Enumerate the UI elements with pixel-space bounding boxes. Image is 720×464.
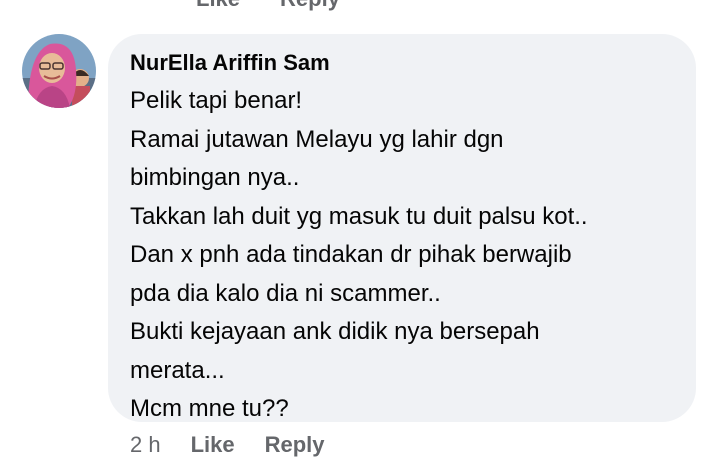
previous-like-button[interactable]: Like [196, 0, 240, 12]
comment-thread: Like Reply NurElla Ariffin Sam Pelik tap… [0, 0, 720, 464]
comment-author[interactable]: NurElla Ariffin Sam [130, 48, 674, 78]
comment-line: Ramai jutawan Melayu yg lahir dgn [130, 125, 504, 153]
comment-actions: 2 h Like Reply [130, 432, 355, 458]
comment-bubble: NurElla Ariffin Sam Pelik tapi benar! Ra… [108, 34, 696, 422]
avatar[interactable] [22, 34, 96, 108]
comment-line: Mcm mne tu?? [130, 395, 289, 422]
comment-line: Bukti kejayaan ank didik nya bersepah [130, 318, 540, 345]
profile-photo [22, 34, 96, 108]
previous-comment-actions: Like Reply [196, 0, 340, 12]
comment-line: pda dia kalo dia ni scammer.. [130, 279, 441, 307]
comment-line: Pelik tapi benar! [130, 87, 303, 114]
comment-timestamp[interactable]: 2 h [130, 432, 161, 458]
comment-line: merata... [130, 356, 225, 384]
reply-button[interactable]: Reply [265, 432, 325, 458]
comment-line: Takkan lah duit yg masuk tu duit palsu k… [130, 202, 588, 230]
previous-reply-button[interactable]: Reply [280, 0, 340, 12]
like-button[interactable]: Like [191, 432, 235, 458]
comment-line: Dan x pnh ada tindakan dr pihak berwajib [130, 241, 572, 268]
comment-line: bimbingan nya.. [130, 164, 300, 191]
